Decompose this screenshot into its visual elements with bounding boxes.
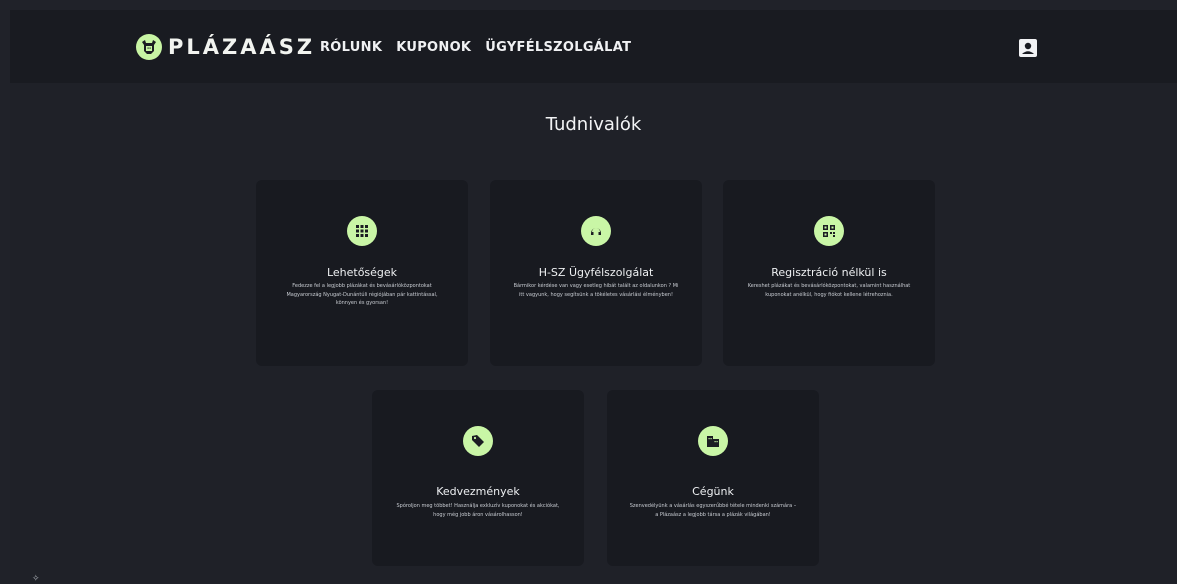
card-title: Cégünk: [692, 485, 734, 498]
info-card-cegunk: Cégünk Szenvedélyünk a vásárlás egyszerű…: [607, 390, 819, 566]
brand-name: PLÁZAÁSZ: [168, 35, 316, 59]
support-icon: [581, 216, 611, 246]
moose-logo-icon: [136, 34, 162, 60]
card-text: Kereshet plázákat és bevásárlóközpontoka…: [747, 283, 911, 298]
card-title: Lehetőségek: [326, 266, 398, 279]
tag-icon: [463, 426, 493, 456]
app-frame: PLÁZAÁSZ RÓLUNK KUPONOK ÜGYFÉLSZOLGÁLAT …: [10, 10, 1177, 584]
nav-ugyfelszolgalat[interactable]: ÜGYFÉLSZOLGÁLAT: [485, 40, 631, 55]
business-icon: [698, 426, 728, 456]
info-card-kedvezmenyek: Kedvezmények Spóroljon meg többet! Haszn…: [372, 390, 584, 566]
info-card-regisztracio: Regisztráció nélkül is Kereshet plázákat…: [723, 180, 935, 366]
card-title: Regisztráció nélkül is: [771, 266, 887, 279]
card-title: Kedvezmények: [436, 485, 520, 498]
card-title: H-SZ Ügyfélszolgálat: [538, 266, 654, 279]
main-nav: RÓLUNK KUPONOK ÜGYFÉLSZOLGÁLAT: [320, 40, 631, 55]
info-card-lehetosegek: Lehetőségek Fedezze fel a legjobb plázák…: [256, 180, 468, 366]
nav-rolunk[interactable]: RÓLUNK: [320, 40, 382, 55]
account-box-icon[interactable]: [1018, 38, 1038, 58]
card-text: Spóroljon meg többet! Használja exkluzív…: [396, 503, 560, 518]
card-text: Szenvedélyünk a vásárlás egyszerűbbé tét…: [629, 503, 797, 518]
grid-icon: [347, 216, 377, 246]
nav-kuponok[interactable]: KUPONOK: [396, 40, 471, 55]
page-title: Tudnivalók: [545, 114, 642, 135]
qr-icon: [814, 216, 844, 246]
brand-logo-link[interactable]: PLÁZAÁSZ: [136, 32, 315, 62]
card-text: Fedezze fel a legjobb plázákat és bevásá…: [286, 283, 438, 306]
info-card-ugyfelszolgalat: H-SZ Ügyfélszolgálat Bármikor kérdése va…: [490, 180, 702, 366]
card-text: Bármikor kérdése van vagy esetleg hibát …: [513, 283, 679, 298]
top-navbar: PLÁZAÁSZ RÓLUNK KUPONOK ÜGYFÉLSZOLGÁLAT: [10, 10, 1177, 83]
